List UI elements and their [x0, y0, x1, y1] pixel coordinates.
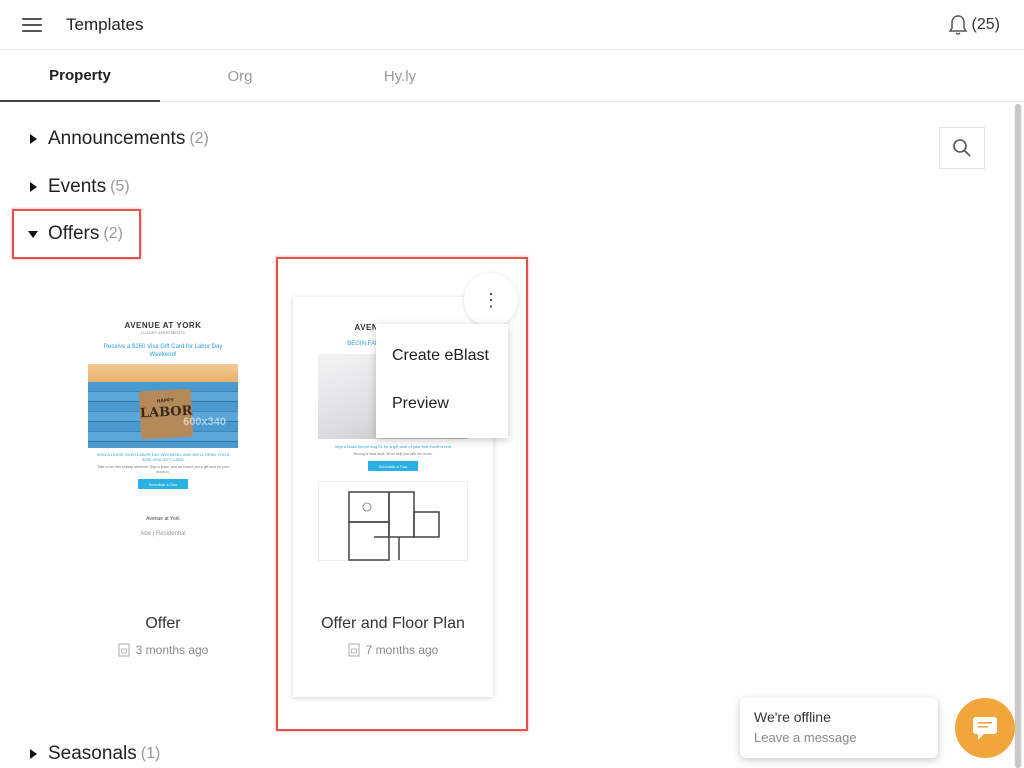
chat-subtitle: Leave a message — [754, 730, 857, 745]
category-count: (5) — [110, 178, 130, 195]
chat-icon — [973, 717, 997, 740]
bell-icon — [948, 15, 967, 35]
category-count: (2) — [189, 130, 209, 147]
category-label: Announcements — [48, 128, 186, 149]
category-label: Offers — [48, 223, 100, 244]
menu-item-preview[interactable]: Preview — [392, 395, 449, 413]
caret-right-icon — [30, 749, 37, 759]
template-age: 3 months ago — [135, 643, 209, 657]
chat-title: We're offline — [754, 709, 831, 725]
search-button[interactable] — [939, 127, 985, 169]
template-thumbnail[interactable]: AVENUE AT YORK LUXURY APARTMENTS Receive… — [88, 297, 238, 597]
template-context-menu: Create eBlast Preview — [376, 324, 508, 438]
more-options-button[interactable]: ⋮ — [464, 273, 518, 327]
top-bar: Templates (25) — [0, 0, 1024, 50]
scrollbar[interactable] — [1014, 104, 1022, 768]
preview-cta: Schedule a Tour — [368, 461, 418, 471]
search-icon — [953, 139, 971, 157]
caret-right-icon — [30, 134, 37, 144]
category-count: (2) — [103, 225, 123, 242]
category-seasonals[interactable]: Seasonals (1) — [28, 743, 160, 765]
scrollbar-thumb[interactable] — [1015, 104, 1021, 768]
tab-property[interactable]: Property — [0, 50, 160, 102]
preview-headline: Receive a $250 Visa Gift Card for Labor … — [103, 344, 223, 358]
category-offers[interactable]: Offers (2) — [28, 223, 123, 245]
category-label: Events — [48, 176, 107, 197]
category-count: (1) — [140, 745, 161, 762]
tab-org[interactable]: Org — [160, 50, 320, 102]
template-meta: 7 months ago — [293, 643, 493, 657]
category-announcements[interactable]: Announcements (2) — [28, 128, 209, 150]
caret-down-icon — [28, 231, 38, 238]
hamburger-menu-icon[interactable] — [22, 17, 42, 33]
chat-launcher-button[interactable] — [955, 698, 1015, 758]
tab-hyly[interactable]: Hy.ly — [320, 50, 480, 102]
preview-body: Take a tour this holiday weekend. Sign a… — [97, 465, 229, 474]
template-age: 7 months ago — [365, 643, 439, 657]
preview-floor-plan — [318, 481, 468, 561]
preview-image-size: 600x340 — [183, 416, 226, 428]
document-icon — [348, 643, 360, 657]
preview-subhead: Sign a lease before Aug 31 for a gift ca… — [334, 444, 452, 449]
menu-item-create-eblast[interactable]: Create eBlast — [392, 347, 489, 365]
preview-subhead: SIGN A LEASE OVER LABOR DAY WEEKEND, AND… — [96, 452, 230, 462]
notifications-button[interactable]: (25) — [948, 14, 1000, 36]
preview-image: HAPPY LABOR 600x340 — [88, 364, 238, 448]
notification-count: (25) — [971, 16, 1000, 33]
template-name[interactable]: Offer — [63, 615, 263, 633]
template-card-offer[interactable]: AVENUE AT YORK LUXURY APARTMENTS Receive… — [63, 297, 263, 697]
chat-offline-bubble[interactable]: We're offline Leave a message — [740, 698, 938, 758]
preview-logo: AVENUE AT YORK — [124, 321, 202, 330]
caret-right-icon — [30, 182, 37, 192]
preview-footer-brand: Abe | Residential — [140, 531, 186, 537]
template-meta: 3 months ago — [63, 643, 263, 657]
document-icon — [118, 643, 130, 657]
preview-cta: Schedule a Tour — [138, 479, 188, 489]
category-events[interactable]: Events (5) — [28, 176, 130, 198]
preview-body: Moving is hard work; let us help you wit… — [353, 452, 433, 456]
template-name[interactable]: Offer and Floor Plan — [293, 615, 493, 633]
page-title: Templates — [66, 15, 144, 34]
tab-bar: Property Org Hy.ly — [0, 50, 1024, 102]
category-label: Seasonals — [48, 743, 137, 764]
